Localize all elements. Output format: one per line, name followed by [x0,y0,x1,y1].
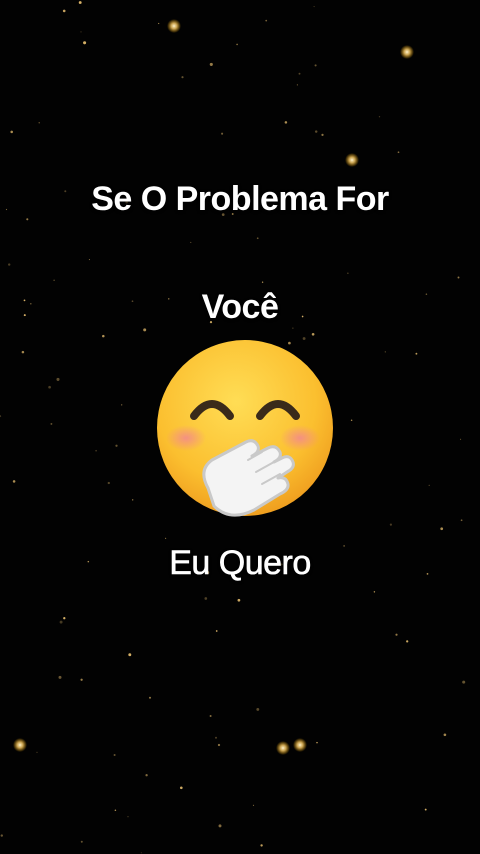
star [56,377,60,381]
star [145,774,148,777]
star [21,350,25,354]
star [140,852,142,854]
star [457,276,460,279]
star [384,351,386,353]
star [127,816,129,818]
star [113,753,116,757]
star [462,680,466,684]
star [8,263,11,266]
star [181,76,184,79]
star [261,281,264,283]
star [314,130,318,133]
star [148,696,152,699]
star [143,328,147,332]
star [256,707,260,711]
face-with-hand-over-mouth-icon [157,340,333,517]
star [78,1,82,4]
star [389,523,392,526]
star [165,537,167,540]
star [115,444,118,447]
star [88,259,90,261]
star [397,151,400,154]
star [221,132,224,135]
star [83,41,87,45]
star [128,653,132,657]
star [252,804,255,807]
star [121,404,123,406]
star [460,519,463,522]
star [62,9,66,13]
caption-line-2: Você [201,288,279,326]
star [406,640,409,643]
star [132,499,134,501]
star [440,527,444,531]
star [321,133,324,137]
star [12,480,16,483]
star [209,715,212,717]
star [460,438,462,440]
star [215,630,218,632]
star [204,597,208,600]
star [217,743,221,747]
star [10,130,13,134]
bright-star [293,738,307,752]
star [292,327,294,329]
star [395,633,398,636]
star [415,352,418,355]
star [53,279,55,281]
star [58,675,62,679]
bright-star [400,45,414,59]
star [424,808,427,811]
star [296,84,298,86]
star [80,31,82,33]
bright-star [345,153,359,167]
star [256,237,259,240]
star [80,840,83,843]
star [350,419,353,422]
star [218,824,222,828]
bright-star [13,738,27,752]
bright-star [167,19,181,33]
star [260,844,263,847]
star [373,591,376,593]
star [378,116,381,118]
star [311,332,315,336]
star [284,121,288,124]
star [314,64,317,67]
star [237,598,241,602]
star [95,449,97,452]
star [102,334,105,338]
star [265,19,268,22]
star [63,617,66,620]
star [209,62,213,66]
star [36,751,38,753]
star [80,678,83,681]
caption-line-3: Eu Quero [169,544,312,583]
star [298,72,301,75]
star [59,620,63,624]
star [179,786,183,790]
star [50,422,53,425]
star [313,6,315,8]
star [190,241,192,243]
star [347,272,349,274]
star [158,22,160,25]
star [443,733,447,737]
star [215,736,217,739]
star [0,415,2,418]
star [48,385,51,389]
caption-line-1: Se O Problema For [91,180,389,218]
star [236,43,238,46]
star [38,122,40,124]
star [0,834,3,837]
star [428,484,430,486]
bright-star [276,741,290,755]
star [107,481,110,485]
star [114,809,117,811]
star [316,741,318,744]
video-frame: Se O Problema For Você Eu Quero [0,0,480,854]
